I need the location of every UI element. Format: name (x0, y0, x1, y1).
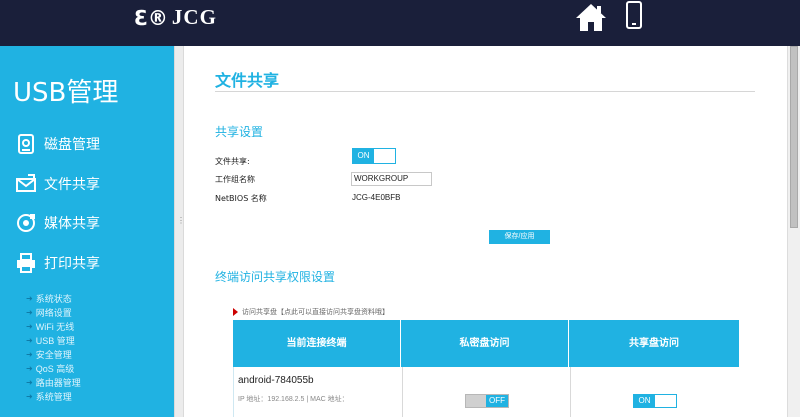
workgroup-input[interactable]: WORKGROUP (351, 172, 432, 186)
column-header-device: 当前连接终端 (233, 320, 401, 367)
page-scrollbar[interactable] (787, 46, 800, 417)
folder-share-icon (16, 174, 36, 192)
device-name: android-784055b (238, 375, 314, 386)
private-access-toggle[interactable]: OFF (465, 394, 509, 408)
sidebar-scrollbar[interactable]: ⋮ (174, 46, 185, 417)
sidebar-item-print-sharing[interactable]: 打印共享 (16, 253, 100, 273)
cell-divider (402, 367, 403, 417)
sidebar-subitem[interactable]: ➜ WiFi 无线 (26, 320, 74, 333)
netbios-label: NetBIOS 名称 (215, 194, 267, 203)
brand-logo[interactable]: Ɛ® JCG (134, 5, 217, 30)
sidebar-subitem[interactable]: ➜ 系统状态 (26, 292, 72, 305)
access-share-link[interactable]: 访问共享盘【点此可以直接访问共享盘资料哦】 (233, 307, 389, 317)
sidebar-subitem[interactable]: ➜ 安全管理 (26, 348, 72, 361)
section-heading-share-settings: 共享设置 (215, 125, 264, 139)
sidebar: USB管理 磁盘管理 文件共享 媒体共享 打印共享 ➜ 系统状态 ➜ 网络设置 ➜ W… (0, 46, 174, 417)
arrow-right-icon: ➜ (26, 308, 33, 317)
toggle-off-label: OFF (486, 395, 508, 407)
home-icon[interactable] (575, 2, 607, 32)
triangle-right-icon (233, 308, 238, 316)
sidebar-item-media-sharing[interactable]: 媒体共享 (16, 213, 100, 233)
mobile-phone-icon[interactable] (625, 1, 643, 29)
logo-mark: Ɛ® (134, 5, 168, 30)
sidebar-subitem[interactable]: ➜ 系统管理 (26, 390, 72, 403)
hint-text: 访问共享盘【点此可以直接访问共享盘资料哦】 (242, 309, 389, 316)
column-header-shared-access: 共享盘访问 (629, 338, 679, 349)
media-share-icon (17, 214, 35, 232)
sidebar-title: USB管理 (13, 78, 119, 108)
scrollbar-thumb[interactable] (790, 46, 798, 228)
sidebar-subitem[interactable]: ➜ 路由器管理 (26, 376, 81, 389)
sidebar-item-label: 打印共享 (44, 256, 100, 272)
arrow-right-icon: ➜ (26, 322, 33, 331)
disk-icon (18, 134, 34, 154)
netbios-value: JCG-4E0BFB (352, 193, 401, 202)
sidebar-subitem[interactable]: ➜ QoS 高级 (26, 362, 74, 375)
sidebar-item-label: 磁盘管理 (44, 137, 100, 153)
arrow-right-icon: ➜ (26, 336, 33, 345)
toggle-on-label: ON (353, 149, 374, 163)
title-divider (215, 91, 755, 92)
table-header: 当前连接终端 私密盘访问 共享盘访问 (233, 320, 739, 367)
sidebar-item-label: 媒体共享 (44, 216, 100, 232)
printer-icon (17, 253, 35, 273)
save-apply-button[interactable]: 保存/应用 (489, 230, 550, 244)
device-info: IP 地址：192.168.2.5 | MAC 地址： (238, 396, 349, 403)
arrow-right-icon: ➜ (26, 350, 33, 359)
sidebar-subitem[interactable]: ➜ USB 管理 (26, 334, 75, 347)
column-header-private-access: 私密盘访问 (401, 320, 569, 367)
arrow-right-icon: ➜ (26, 294, 33, 303)
main-content: 文件共享 共享设置 文件共享: ON 工作组名称 WORKGROUP NetBI… (184, 46, 787, 417)
page-title: 文件共享 (215, 71, 280, 90)
arrow-right-icon: ➜ (26, 378, 33, 387)
sidebar-subitem[interactable]: ➜ 网络设置 (26, 306, 72, 319)
sidebar-item-file-sharing[interactable]: 文件共享 (16, 174, 100, 194)
file-share-toggle[interactable]: ON (352, 148, 396, 164)
table-row: android-784055b IP 地址：192.168.2.5 | MAC … (233, 367, 739, 417)
workgroup-label: 工作组名称 (215, 175, 255, 184)
toggle-on-label: ON (634, 395, 655, 407)
arrow-right-icon: ➜ (26, 364, 33, 373)
file-share-label: 文件共享: (215, 157, 250, 166)
sidebar-item-label: 文件共享 (44, 177, 100, 193)
shared-access-toggle[interactable]: ON (633, 394, 677, 408)
logo-name: JCG (171, 5, 217, 29)
cell-divider (570, 367, 571, 417)
top-header: Ɛ® JCG (0, 0, 800, 46)
section-heading-access-permissions: 终端访问共享权限设置 (215, 270, 336, 284)
arrow-right-icon: ➜ (26, 392, 33, 401)
permissions-table: 当前连接终端 私密盘访问 共享盘访问 android-784055b IP 地址… (233, 320, 739, 417)
sidebar-item-disk-management[interactable]: 磁盘管理 (16, 134, 100, 154)
